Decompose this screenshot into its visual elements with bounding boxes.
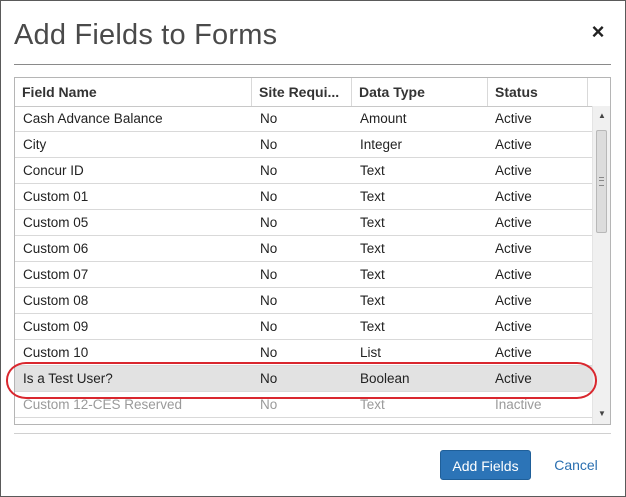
cell-site-required: No <box>260 189 278 204</box>
cell-data-type: Text <box>360 267 385 282</box>
cell-status: Active <box>495 163 532 178</box>
cell-status: Active <box>495 189 532 204</box>
cell-data-type: Text <box>360 163 385 178</box>
table-row-selected[interactable]: Is a Test User? No Boolean Active <box>15 366 592 392</box>
cell-field-name: Concur ID <box>23 163 84 178</box>
table-row[interactable]: Custom 05 No Text Active <box>15 210 592 236</box>
cell-data-type: Text <box>360 241 385 256</box>
table-row[interactable]: City No Integer Active <box>15 132 592 158</box>
cell-data-type: Text <box>360 319 385 334</box>
cell-site-required: No <box>260 215 278 230</box>
grid-header: Field Name Site Requi... Data Type Statu… <box>15 78 610 107</box>
cell-field-name: Custom 09 <box>23 319 89 334</box>
cell-field-name: Custom 05 <box>23 215 89 230</box>
cell-field-name: Custom 07 <box>23 267 89 282</box>
dialog-title: Add Fields to Forms <box>14 19 278 51</box>
table-row[interactable]: Custom 10 No List Active <box>15 340 592 366</box>
cell-site-required: No <box>260 345 278 360</box>
cell-status: Active <box>495 137 532 152</box>
cell-field-name: Cash Advance Balance <box>23 111 163 126</box>
table-row[interactable]: Custom 01 No Text Active <box>15 184 592 210</box>
scrollbar-grip-icon <box>599 177 604 186</box>
cell-status: Active <box>495 345 532 360</box>
cell-data-type: Text <box>360 397 385 412</box>
cell-site-required: No <box>260 111 278 126</box>
cell-data-type: Amount <box>360 111 407 126</box>
close-icon[interactable]: × <box>587 21 609 43</box>
cell-site-required: No <box>260 137 278 152</box>
table-row[interactable]: Custom 07 No Text Active <box>15 262 592 288</box>
cell-data-type: Integer <box>360 137 403 152</box>
cell-site-required: No <box>260 397 278 412</box>
cell-data-type: Boolean <box>360 371 410 386</box>
cell-field-name: Custom 08 <box>23 293 89 308</box>
cell-site-required: No <box>260 267 278 282</box>
table-row[interactable]: Concur ID No Text Active <box>15 158 592 184</box>
grid-scrollbar[interactable]: ▲ ▼ <box>592 106 610 424</box>
cell-field-name: Custom 12-CES Reserved <box>23 397 183 412</box>
cell-site-required: No <box>260 293 278 308</box>
cell-site-required: No <box>260 241 278 256</box>
add-fields-dialog: Add Fields to Forms × Field Name Site Re… <box>0 0 626 497</box>
cell-data-type: List <box>360 345 382 360</box>
table-row[interactable]: Custom 08 No Text Active <box>15 288 592 314</box>
title-divider <box>14 64 611 65</box>
cell-site-required: No <box>260 371 278 386</box>
cell-site-required: No <box>260 319 278 334</box>
cell-status: Active <box>495 215 532 230</box>
add-fields-button[interactable]: Add Fields <box>440 450 531 480</box>
table-row-inactive[interactable]: Custom 12-CES Reserved No Text Inactive <box>15 392 592 418</box>
column-header-site-required[interactable]: Site Requi... <box>252 78 352 106</box>
cell-field-name: City <box>23 137 47 152</box>
scrollbar-thumb[interactable] <box>596 130 607 233</box>
cell-field-name: Custom 01 <box>23 189 89 204</box>
cell-field-name: Custom 06 <box>23 241 89 256</box>
column-header-field-name[interactable]: Field Name <box>15 78 252 106</box>
cell-data-type: Text <box>360 215 385 230</box>
column-header-spacer <box>588 78 610 106</box>
cell-status: Active <box>495 267 532 282</box>
cell-field-name: Is a Test User? <box>23 371 113 386</box>
fields-grid: Field Name Site Requi... Data Type Statu… <box>14 77 611 425</box>
table-row[interactable]: Custom 06 No Text Active <box>15 236 592 262</box>
cell-status: Active <box>495 241 532 256</box>
scroll-up-arrow-icon[interactable]: ▲ <box>593 108 610 124</box>
cell-data-type: Text <box>360 293 385 308</box>
cancel-button[interactable]: Cancel <box>546 450 606 480</box>
column-header-data-type[interactable]: Data Type <box>352 78 488 106</box>
cell-status: Active <box>495 293 532 308</box>
cell-status: Active <box>495 319 532 334</box>
column-header-status[interactable]: Status <box>488 78 588 106</box>
cell-site-required: No <box>260 163 278 178</box>
cell-status: Active <box>495 371 532 386</box>
scroll-down-arrow-icon[interactable]: ▼ <box>593 406 610 422</box>
footer-divider <box>14 433 611 434</box>
cell-field-name: Custom 10 <box>23 345 89 360</box>
table-row[interactable]: Cash Advance Balance No Amount Active <box>15 106 592 132</box>
cell-status: Active <box>495 111 532 126</box>
cell-data-type: Text <box>360 189 385 204</box>
table-row[interactable]: Custom 09 No Text Active <box>15 314 592 340</box>
cell-status: Inactive <box>495 397 542 412</box>
